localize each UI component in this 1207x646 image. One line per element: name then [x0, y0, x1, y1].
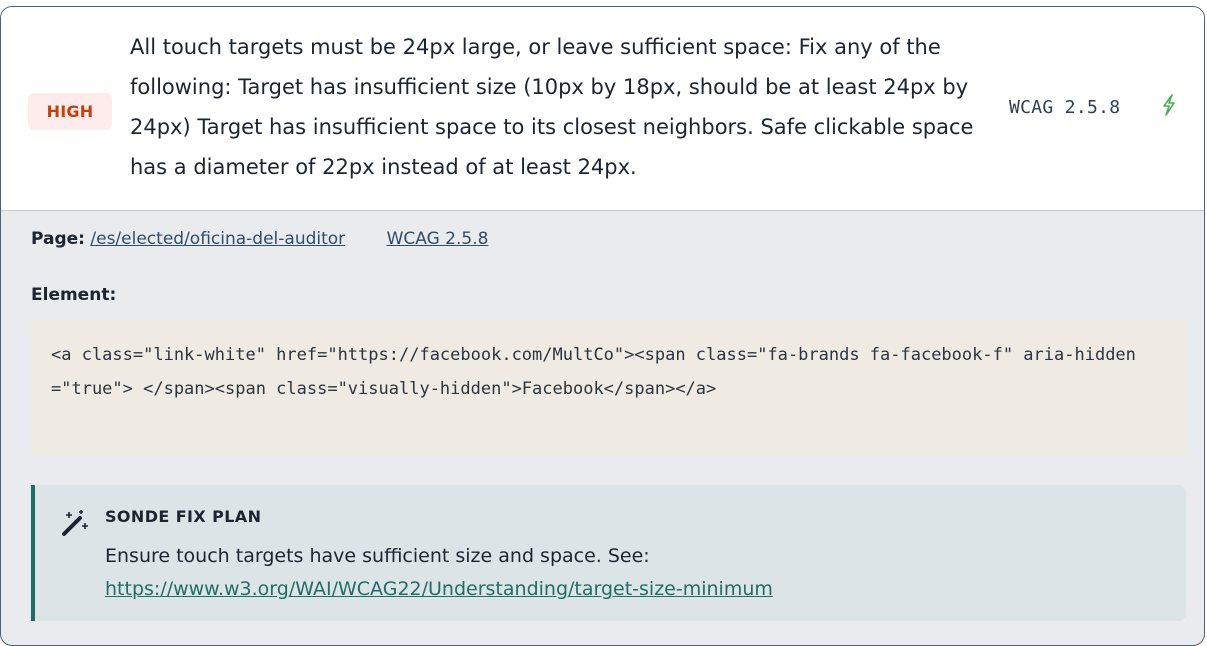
page-row: Page: /es/elected/oficina-del-auditor WC… [31, 229, 488, 249]
page-link[interactable]: /es/elected/oficina-del-auditor [90, 229, 345, 249]
issue-header[interactable]: HIGH All touch targets must be 24px larg… [1, 7, 1204, 211]
page-label: Page: [31, 229, 85, 249]
fix-plan-text: Ensure touch targets have sufficient siz… [105, 540, 1165, 606]
element-label: Element: [31, 285, 117, 305]
issue-card: HIGH All touch targets must be 24px larg… [0, 6, 1205, 646]
fix-plan-title: SONDE FIX PLAN [105, 507, 262, 526]
magic-wand-icon [62, 510, 88, 536]
fix-plan-description: Ensure touch targets have sufficient siz… [105, 545, 650, 567]
severity-badge: HIGH [28, 93, 112, 130]
wcag-criterion: WCAG 2.5.8 [1009, 97, 1121, 118]
bolt-icon[interactable] [1159, 93, 1179, 117]
element-code-block: <a class="link-white" href="https://face… [31, 320, 1186, 456]
fix-plan-link[interactable]: https://www.w3.org/WAI/WCAG22/Understand… [105, 578, 773, 600]
issue-description: All touch targets must be 24px large, or… [130, 35, 974, 179]
fix-plan-panel: SONDE FIX PLAN Ensure touch targets have… [31, 485, 1186, 621]
wcag-link[interactable]: WCAG 2.5.8 [387, 229, 489, 249]
